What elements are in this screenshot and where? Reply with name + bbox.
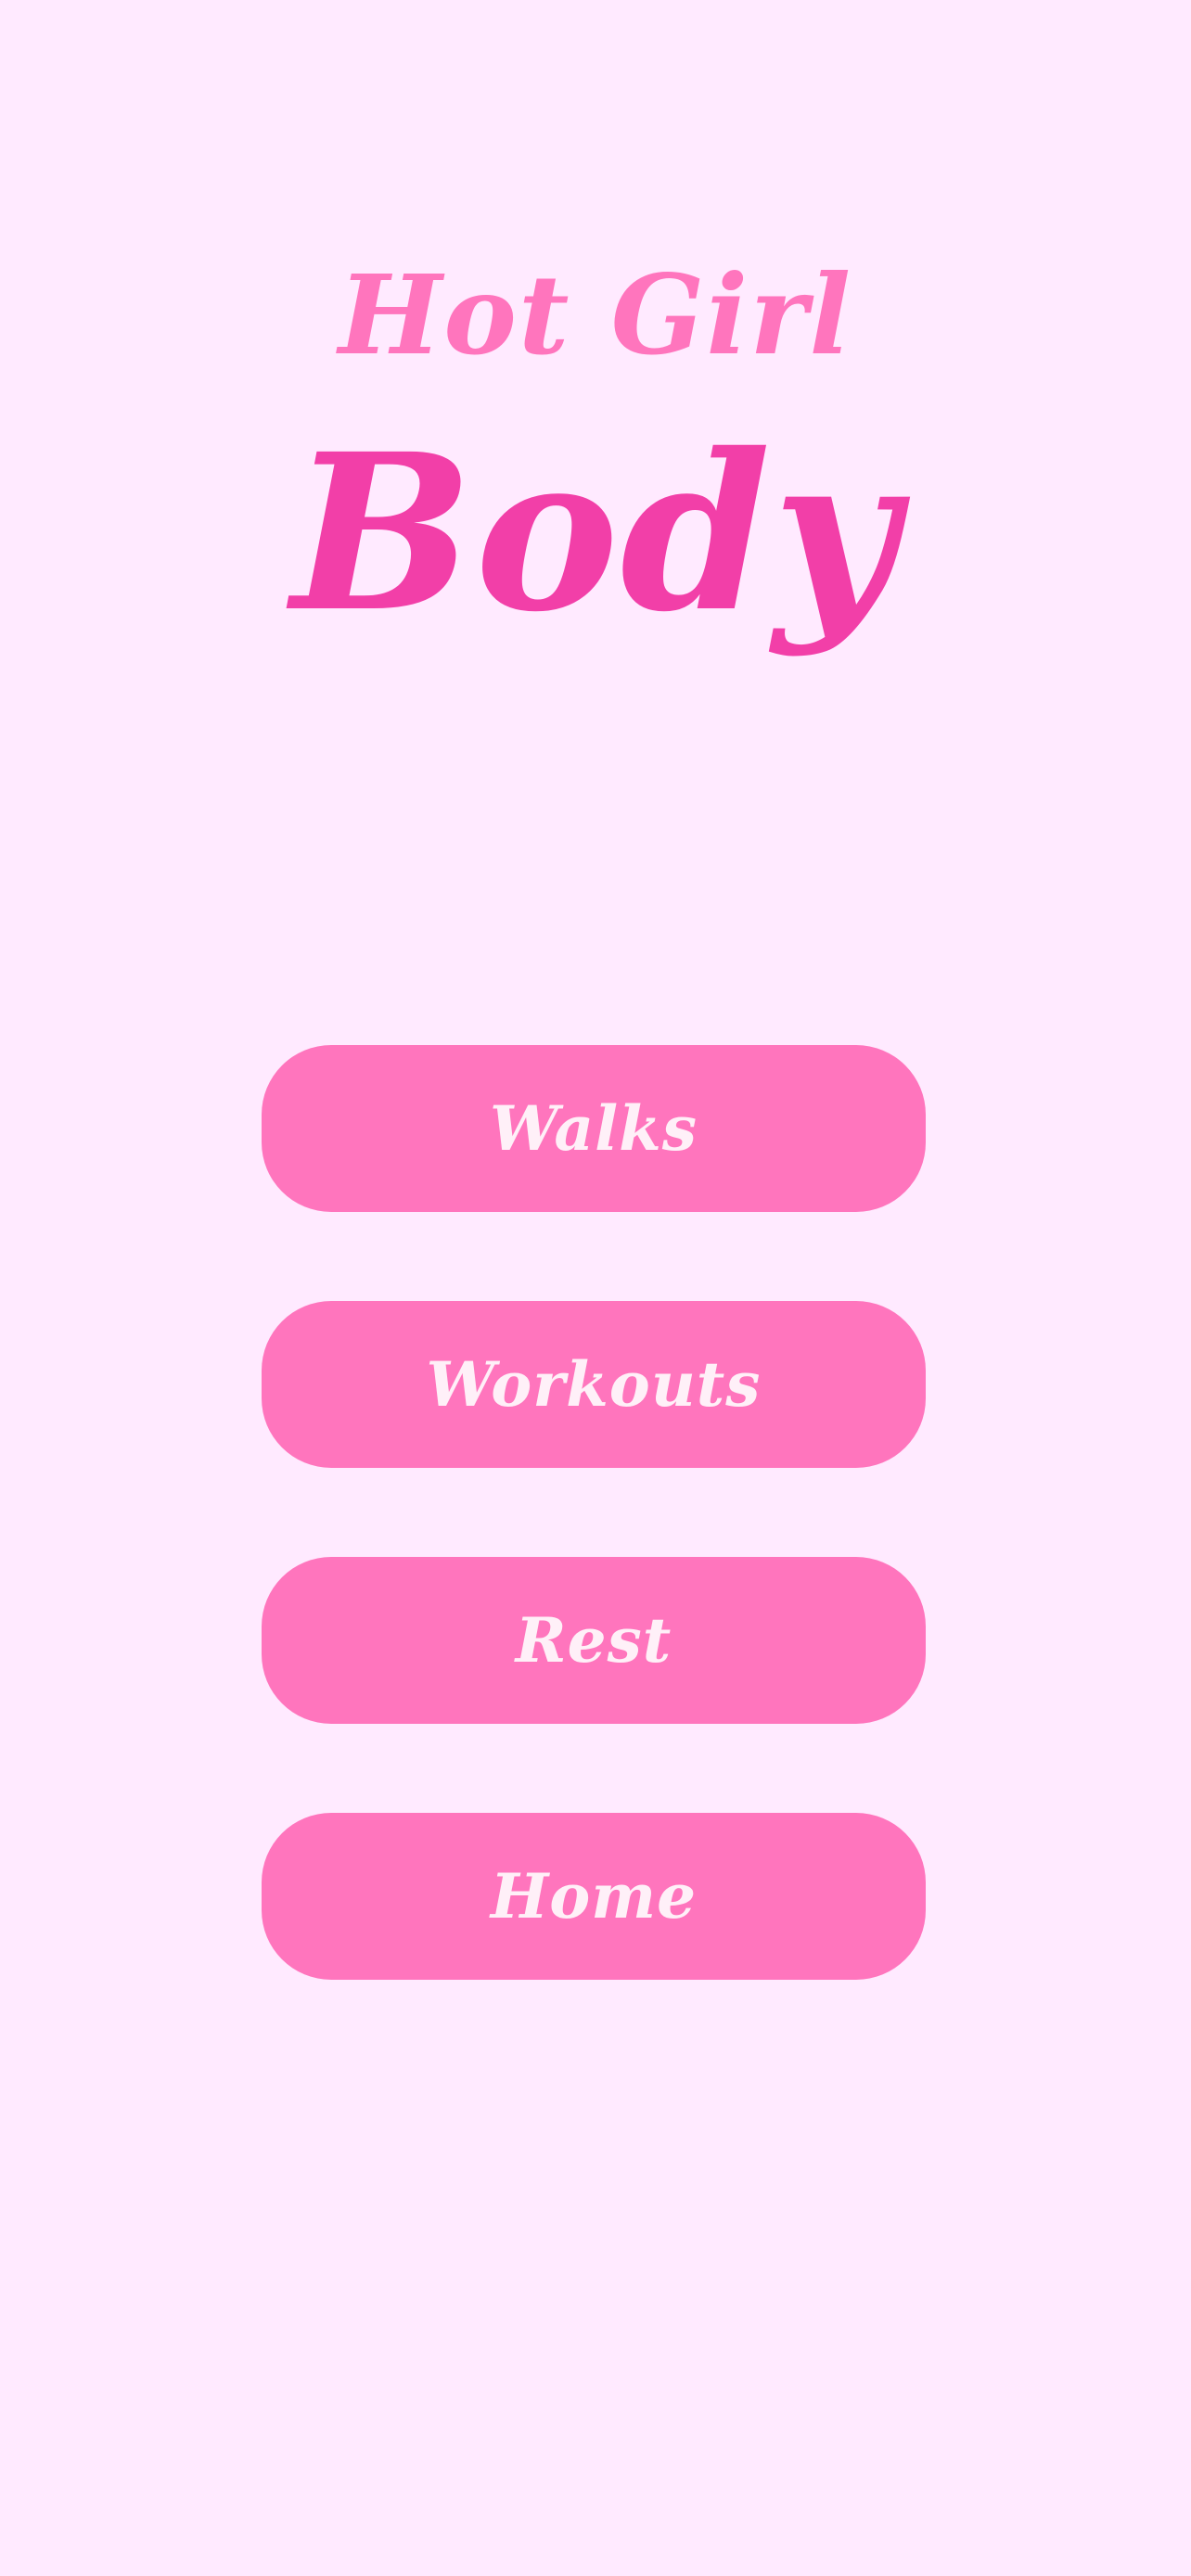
- workouts-button-label: Workouts: [426, 1348, 762, 1421]
- rest-button-label: Rest: [515, 1604, 672, 1677]
- app-title: Hot Girl Body: [0, 250, 1191, 649]
- home-button[interactable]: Home: [262, 1813, 926, 1980]
- rest-button[interactable]: Rest: [262, 1557, 926, 1724]
- title-body: Body: [291, 406, 900, 659]
- walks-button-label: Walks: [489, 1092, 698, 1165]
- home-button-label: Home: [490, 1860, 698, 1932]
- workouts-button[interactable]: Workouts: [262, 1301, 926, 1468]
- title-hot-girl: Hot Girl: [338, 250, 853, 379]
- walks-button[interactable]: Walks: [262, 1045, 926, 1212]
